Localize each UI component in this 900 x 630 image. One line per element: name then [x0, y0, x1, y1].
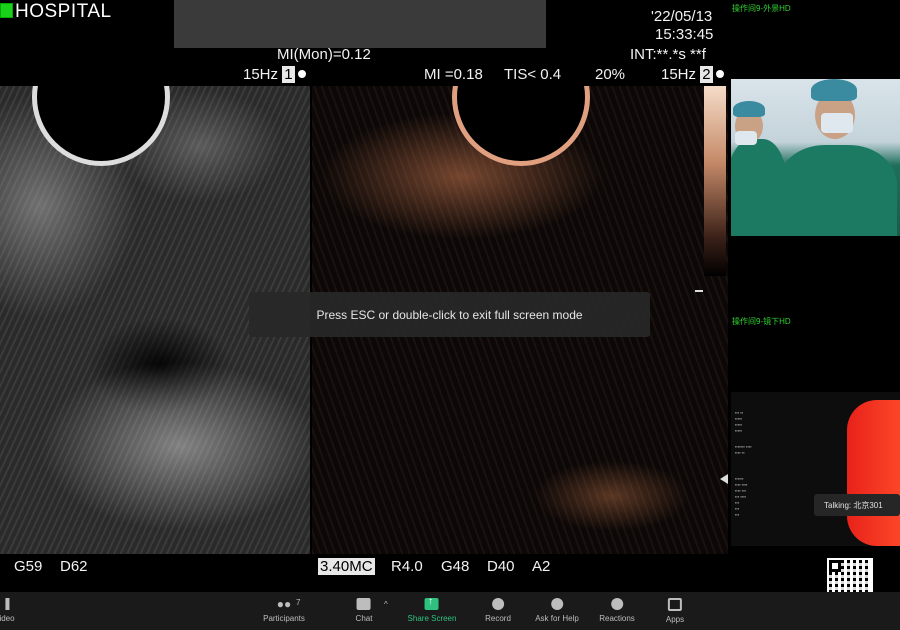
param-depth-left: D62 [60, 558, 88, 575]
participants-icon: ●● [276, 597, 292, 611]
focus-caret-icon [720, 474, 728, 484]
freq-label: 3.40MC [318, 558, 375, 575]
percent-label: 20% [595, 66, 626, 83]
person [777, 145, 897, 236]
time-label: 15:33:45 [655, 26, 714, 43]
param-r: R4.0 [391, 558, 423, 575]
endoscope-view [847, 400, 900, 546]
right-index-badge: 2 [700, 66, 713, 83]
param-gain-left: G59 [14, 558, 43, 575]
param-gain-right: G48 [441, 558, 470, 575]
right-frame-rate: 15Hz 2 [661, 66, 724, 83]
talking-indicator: Talking: 北京301 [814, 494, 900, 516]
hospital-label: HOSPITAL [0, 1, 112, 23]
overlay-text: ▪▪▪▪▪▪▪ ▪▪▪▪ ▪▪▪▪ ▪▪ [735, 444, 752, 455]
video-tile-scope[interactable]: ▪▪▪ ▪▪ ▪▪▪▪▪ ▪▪▪▪▪ ▪▪▪▪▪ ▪▪▪▪▪▪▪ ▪▪▪▪ ▪▪▪▪ ▪… [731, 392, 900, 546]
camera-label-scope: 操作间9-镜下HD [732, 317, 791, 326]
probe-ring [32, 86, 170, 166]
overlay-text: ▪▪▪ ▪▪ ▪▪▪▪▪ ▪▪▪▪▪ ▪▪▪▪▪ [735, 410, 744, 433]
surgical-mask [821, 113, 853, 133]
probe-ring [452, 86, 590, 166]
color-scale-bar [704, 86, 726, 276]
overlay-text: ▪▪▪▪▪▪ ▪▪▪▪ ▪▪▪▪ ▪▪▪▪ ▪▪▪ ▪▪▪ ▪▪▪▪ ▪▪▪ ▪▪▪ ▪▪▪ [735, 476, 748, 517]
param-depth-right: D40 [487, 558, 515, 575]
overlay-band [174, 0, 546, 48]
fullscreen-toast: Press ESC or double-click to exit full s… [249, 292, 650, 337]
mi-label: MI =0.18 [424, 66, 483, 83]
chat-button[interactable]: Chat [356, 598, 372, 623]
apps-icon [667, 598, 682, 611]
chevron-up-icon[interactable]: ^ [384, 600, 388, 609]
share-screen-icon [424, 596, 439, 610]
surgical-cap [733, 101, 765, 117]
help-icon [550, 598, 563, 610]
app-icon [0, 3, 13, 18]
video-tile-external[interactable] [731, 79, 900, 236]
record-button[interactable]: Record [485, 598, 511, 623]
scale-marker [695, 290, 703, 292]
mi-mon-label: MI(Mon)=0.12 [277, 46, 371, 63]
surgical-cap [811, 79, 857, 101]
chat-icon [357, 598, 371, 610]
date-label: '22/05/13 [651, 8, 713, 25]
participant-count: 7 [296, 598, 301, 607]
left-frame-rate: 15Hz 1 [243, 66, 306, 83]
tis-label: TIS< 0.4 [504, 66, 562, 83]
camera-label-external: 操作间9-外景HD [732, 4, 791, 13]
reactions-button[interactable]: Reactions [599, 598, 635, 623]
share-screen-button[interactable]: Share Screen [408, 596, 457, 623]
apps-button[interactable]: Apps [666, 598, 684, 624]
surgical-mask [735, 131, 757, 145]
video-button[interactable]: ideo [0, 598, 15, 623]
record-icon [491, 598, 504, 610]
ask-for-help-button[interactable]: Ask for Help [535, 598, 579, 623]
video-icon [5, 598, 9, 610]
int-label: INT:**.*s **f [630, 46, 706, 63]
param-a: A2 [532, 558, 551, 575]
reactions-icon [610, 598, 623, 610]
left-index-badge: 1 [282, 66, 295, 83]
